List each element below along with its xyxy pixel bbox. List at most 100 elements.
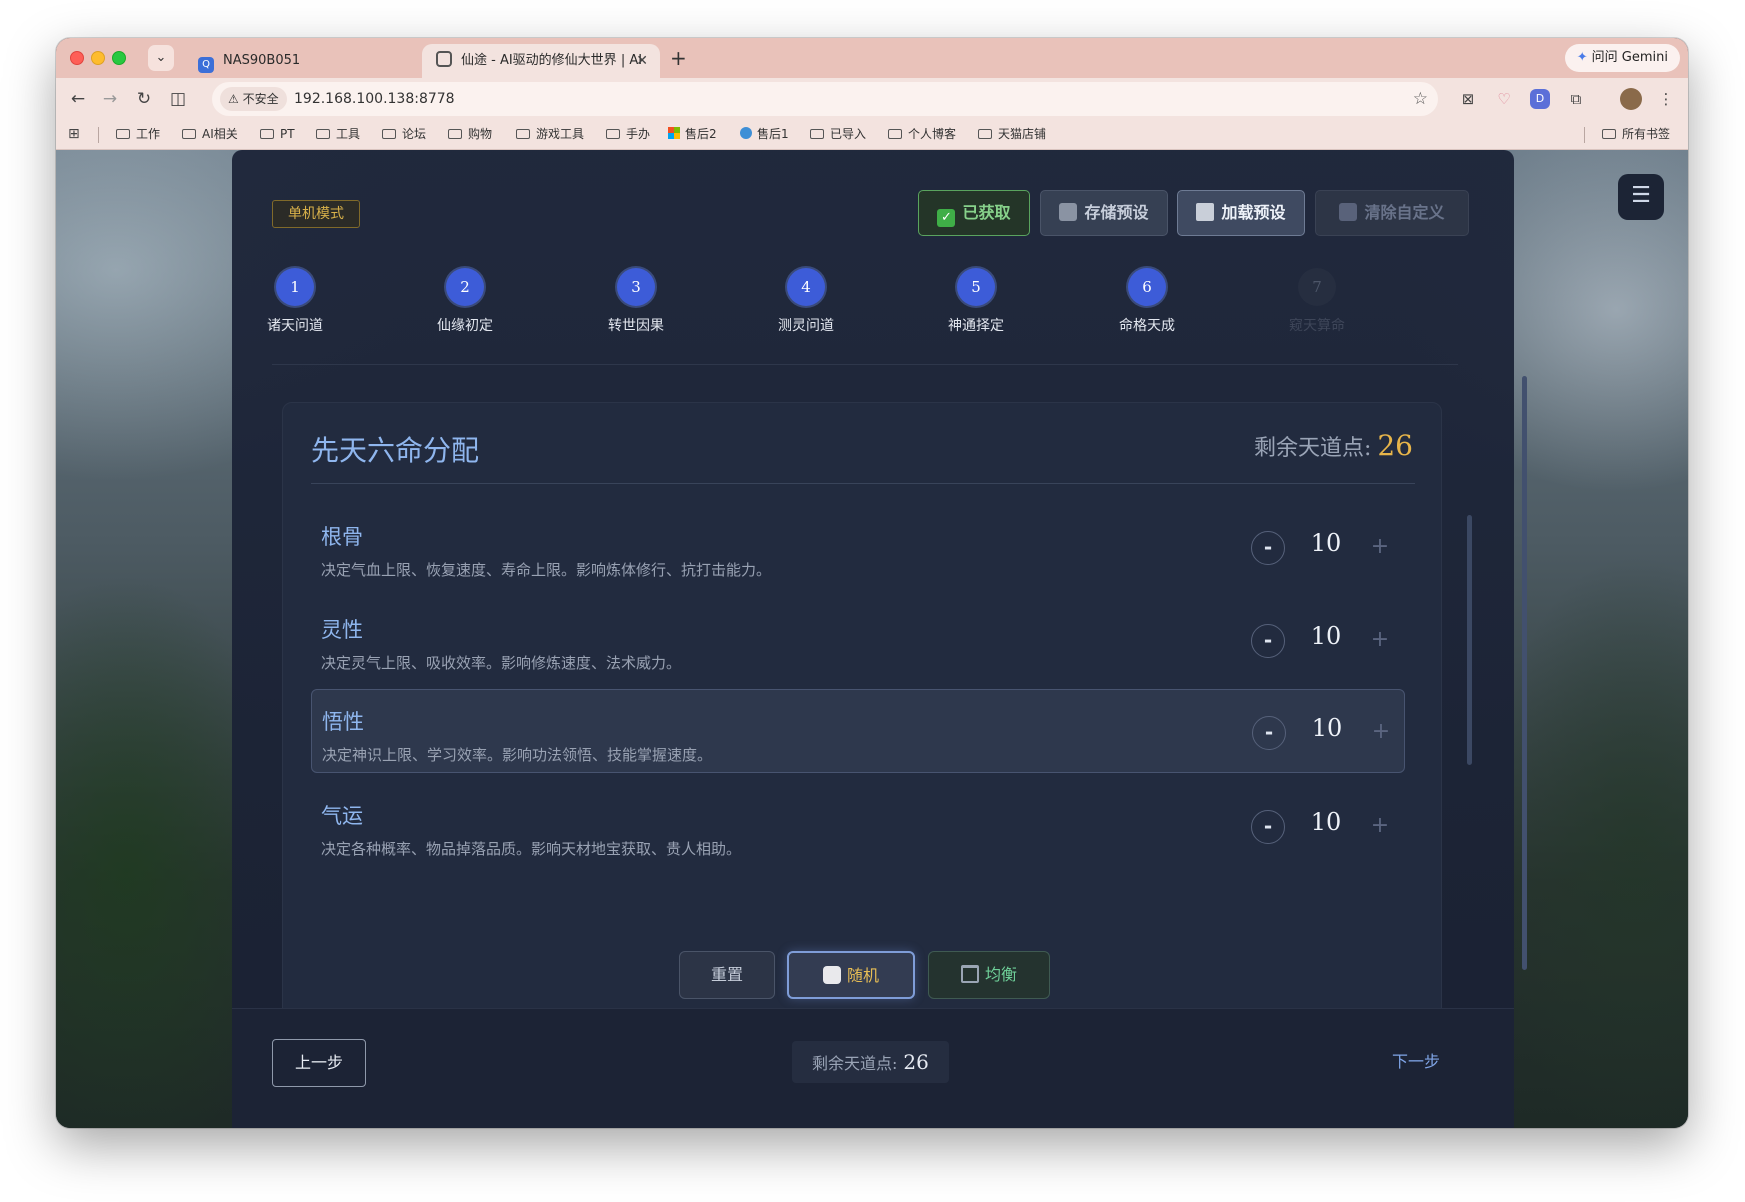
- bookmark-link[interactable]: 售后2: [668, 120, 717, 148]
- step-number: 6: [1128, 268, 1166, 306]
- reset-button[interactable]: 重置: [679, 951, 775, 999]
- bookmark-folder[interactable]: 工具: [316, 120, 360, 148]
- extension-blue-icon[interactable]: D: [1530, 89, 1550, 109]
- extensions-icon[interactable]: ⧉: [1564, 87, 1588, 111]
- step-4[interactable]: 4 测灵问道: [751, 268, 861, 335]
- tab-title: NAS90B051: [223, 53, 301, 68]
- bookmark-folder[interactable]: 论坛: [382, 120, 426, 148]
- step-1[interactable]: 1 诸天问道: [240, 268, 350, 335]
- bookmark-folder[interactable]: 游戏工具: [516, 120, 584, 148]
- attribute-row-wuxing: 悟性 决定神识上限、学习效率。影响功法领悟、技能掌握速度。 - 10 +: [311, 689, 1405, 773]
- bookmark-link[interactable]: 售后1: [740, 120, 789, 148]
- decrease-button[interactable]: -: [1252, 716, 1286, 750]
- bookmark-folder[interactable]: 工作: [116, 120, 160, 148]
- more-menu-icon[interactable]: ⋮: [1654, 87, 1678, 111]
- bookmark-label: 个人博客: [908, 127, 957, 141]
- not-secure-badge[interactable]: ⚠ 不安全: [220, 87, 287, 111]
- increase-button[interactable]: +: [1364, 716, 1398, 750]
- increase-button[interactable]: +: [1363, 531, 1397, 565]
- step-label: 测灵问道: [778, 318, 834, 334]
- forward-arrow-icon[interactable]: →: [96, 85, 124, 113]
- step-3[interactable]: 3 转世因果: [581, 268, 691, 335]
- bookmark-folder[interactable]: 手办: [606, 120, 650, 148]
- bookmarks-bar: ⊞ 工作 AI相关 PT 工具 论坛 购物 游戏工具 手办 售后2 售后1 已导…: [56, 120, 1688, 150]
- bookmark-folder[interactable]: 天猫店铺: [978, 120, 1046, 148]
- profile-avatar[interactable]: [1620, 88, 1642, 110]
- folder-icon: [888, 129, 902, 139]
- tab-search-chevron-icon[interactable]: ⌄: [148, 45, 174, 71]
- allocation-title: 先天六命分配: [311, 434, 480, 467]
- close-window-button[interactable]: [70, 51, 84, 65]
- bookmark-folder[interactable]: 购物: [448, 120, 492, 148]
- hamburger-menu-icon[interactable]: ☰: [1618, 174, 1664, 220]
- decrease-button[interactable]: -: [1251, 531, 1285, 565]
- dice-icon: [822, 966, 841, 984]
- balance-scale-icon: [960, 965, 979, 983]
- content-scrollbar[interactable]: [1522, 376, 1527, 970]
- bookmark-label: 已导入: [830, 127, 867, 141]
- attributes-scrollbar[interactable]: [1467, 515, 1472, 765]
- clear-custom-button[interactable]: 清除自定义: [1315, 190, 1469, 236]
- random-button[interactable]: 随机: [787, 951, 915, 999]
- save-preset-label: 存储预设: [1084, 203, 1149, 222]
- bookmark-label: 工具: [336, 127, 361, 141]
- step-2[interactable]: 2 仙缘初定: [410, 268, 520, 335]
- new-tab-plus-icon[interactable]: +: [670, 46, 687, 70]
- back-arrow-icon[interactable]: ←: [64, 85, 92, 113]
- security-label: 不安全: [242, 92, 279, 106]
- reload-icon[interactable]: ↻: [130, 85, 158, 113]
- balance-button[interactable]: 均衡: [928, 951, 1050, 999]
- remaining-value: 26: [1377, 429, 1413, 462]
- step-number: 3: [617, 268, 655, 306]
- step-7: 7 窥天算命: [1262, 268, 1372, 335]
- load-preset-button[interactable]: 加载预设: [1177, 190, 1305, 236]
- bookmark-folder[interactable]: 已导入: [810, 120, 866, 148]
- remaining-label: 剩余天道点:: [812, 1054, 898, 1073]
- attribute-row-lingxing: 灵性 决定灵气上限、吸收效率。影响修炼速度、法术威力。 - 10 +: [311, 598, 1405, 682]
- folder-icon: [182, 129, 196, 139]
- address-bar[interactable]: ⚠ 不安全 192.168.100.138:8778 ☆: [212, 82, 1438, 116]
- previous-step-button[interactable]: 上一步: [272, 1039, 366, 1087]
- bookmark-star-icon[interactable]: ☆: [1413, 82, 1428, 116]
- all-bookmarks-folder[interactable]: 所有书签: [1602, 120, 1670, 148]
- increase-button[interactable]: +: [1363, 624, 1397, 658]
- folder-open-icon: [1196, 203, 1215, 221]
- attribute-name: 根骨: [321, 525, 363, 549]
- ask-gemini-button[interactable]: ✦ 问问 Gemini: [1564, 44, 1680, 72]
- bookmark-folder[interactable]: PT: [260, 120, 295, 148]
- maximize-window-button[interactable]: [112, 51, 126, 65]
- bookmark-folder[interactable]: AI相关: [182, 120, 238, 148]
- load-preset-label: 加载预设: [1221, 203, 1286, 222]
- clear-custom-label: 清除自定义: [1364, 203, 1445, 222]
- next-step-button[interactable]: 下一步: [1392, 1041, 1440, 1083]
- folder-icon: [606, 129, 620, 139]
- bookmark-label: 论坛: [402, 127, 427, 141]
- step-number: 7: [1298, 268, 1336, 306]
- decrease-button[interactable]: -: [1251, 624, 1285, 658]
- attribute-description: 决定气血上限、恢复速度、寿命上限。影响炼体修行、抗打击能力。: [321, 561, 772, 579]
- apps-grid-icon[interactable]: ⊞: [68, 127, 82, 141]
- extension-heart-icon[interactable]: ♡: [1492, 87, 1516, 111]
- tab-xiantu[interactable]: 仙途 - AI驱动的修仙大世界 | AI ✕: [422, 44, 660, 78]
- trash-icon: [1339, 203, 1358, 221]
- step-5[interactable]: 5 神通择定: [921, 268, 1031, 335]
- close-tab-icon[interactable]: ✕: [636, 44, 648, 78]
- remaining-label: 剩余天道点:: [1253, 436, 1372, 461]
- save-preset-button[interactable]: 存储预设: [1040, 190, 1168, 236]
- url-text[interactable]: 192.168.100.138:8778: [294, 82, 455, 116]
- attribute-name: 气运: [321, 804, 363, 828]
- step-label: 诸天问道: [267, 318, 323, 334]
- minimize-window-button[interactable]: [91, 51, 105, 65]
- increase-button[interactable]: +: [1363, 810, 1397, 844]
- folder-icon: [448, 129, 462, 139]
- sidebar-toggle-icon[interactable]: ◫: [164, 85, 192, 113]
- decrease-button[interactable]: -: [1251, 810, 1285, 844]
- extension-puzzle-icon[interactable]: ⊠: [1456, 87, 1480, 111]
- acquired-button[interactable]: ✓ 已获取: [918, 190, 1030, 236]
- bookmarks-separator: [98, 127, 99, 143]
- step-6[interactable]: 6 命格天成: [1092, 268, 1202, 335]
- wizard-footer: 上一步 剩余天道点: 26 下一步: [232, 1008, 1514, 1128]
- mode-badge: 单机模式: [272, 200, 360, 228]
- bookmark-folder[interactable]: 个人博客: [888, 120, 956, 148]
- attribute-value: 10: [1311, 714, 1343, 742]
